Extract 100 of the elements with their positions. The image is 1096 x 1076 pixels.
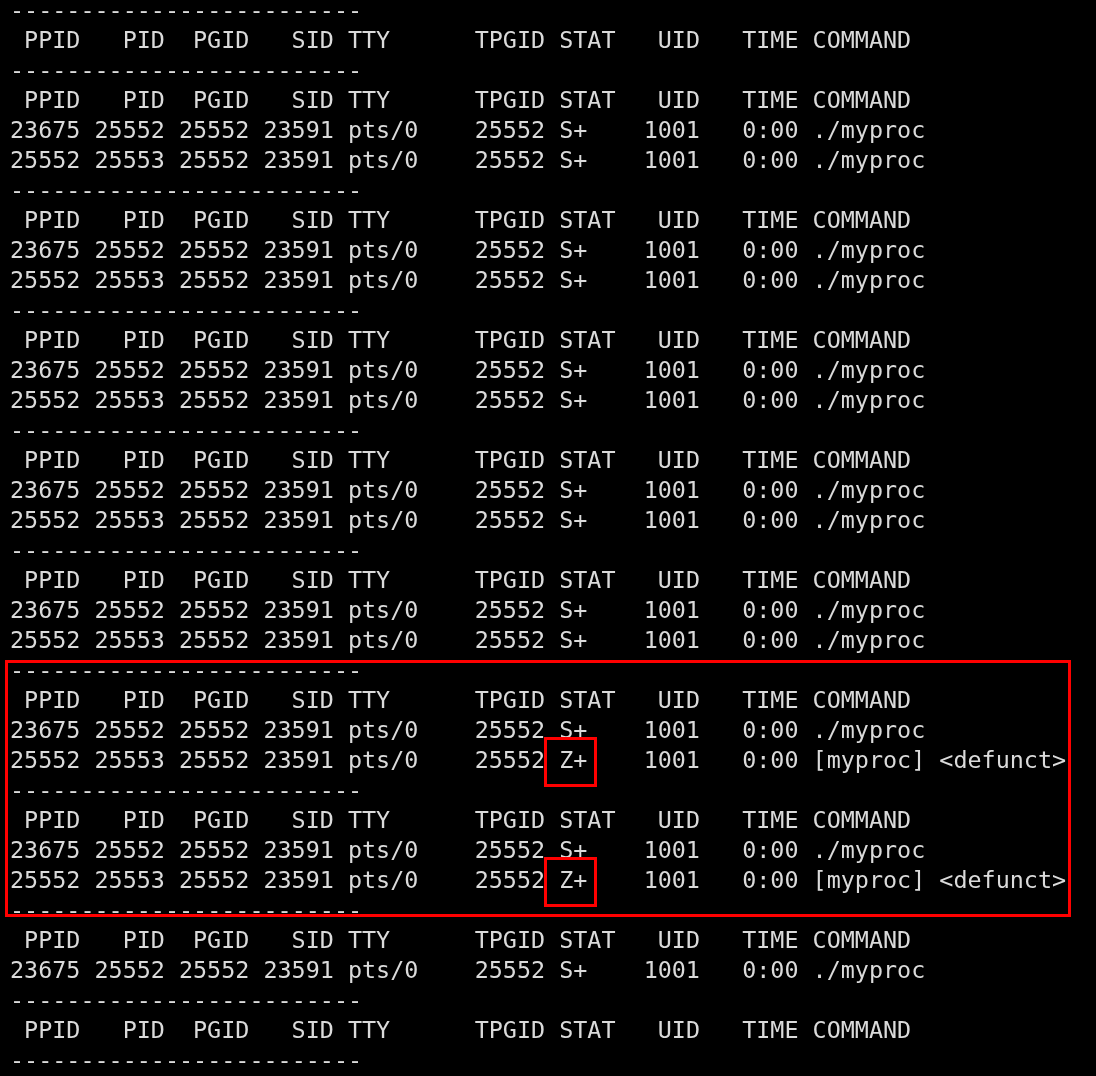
column-header: TTY xyxy=(347,445,391,475)
column-header: TIME xyxy=(742,805,799,835)
table-cell: pts/0 xyxy=(347,115,419,145)
column-header: STAT xyxy=(559,565,616,595)
separator-text: ------------------------- xyxy=(10,535,363,565)
column-header: PPID xyxy=(24,25,81,55)
column-header: PGID xyxy=(193,925,250,955)
column-header: STAT xyxy=(559,1015,616,1045)
table-cell: 25552 xyxy=(178,235,250,265)
table-cell: 25553 xyxy=(94,505,165,535)
column-header: PID xyxy=(122,25,165,55)
table-cell: S+ xyxy=(559,145,588,175)
column-header: UID xyxy=(657,685,700,715)
table-cell: ./myproc xyxy=(812,385,926,415)
table-cell: 1001 xyxy=(643,715,700,745)
column-header: COMMAND xyxy=(812,445,912,475)
column-header: SID xyxy=(291,565,334,595)
table-cell: 25552 xyxy=(94,235,165,265)
column-header: COMMAND xyxy=(812,1015,912,1045)
table-cell: 23675 xyxy=(10,355,81,385)
table-cell: S+ xyxy=(559,505,588,535)
table-cell: 23591 xyxy=(263,475,334,505)
table-cell: 0:00 xyxy=(742,265,799,295)
table-cell: 1001 xyxy=(643,115,700,145)
table-cell: 25552 xyxy=(94,715,165,745)
table-cell: pts/0 xyxy=(347,745,419,775)
column-header: PPID xyxy=(24,445,81,475)
column-header: PID xyxy=(122,445,165,475)
column-header: COMMAND xyxy=(812,925,912,955)
table-cell: 1001 xyxy=(643,955,700,985)
column-header: TIME xyxy=(742,1015,799,1045)
column-header: UID xyxy=(657,325,700,355)
column-header: STAT xyxy=(559,205,616,235)
table-cell: 0:00 xyxy=(742,505,799,535)
table-cell: pts/0 xyxy=(347,355,419,385)
column-header: PGID xyxy=(193,805,250,835)
table-cell: ./myproc xyxy=(812,475,926,505)
column-header: STAT xyxy=(559,925,616,955)
column-header: COMMAND xyxy=(812,325,912,355)
table-cell: 25552 xyxy=(94,115,165,145)
separator-text: ------------------------- xyxy=(10,655,363,685)
table-cell: 23675 xyxy=(10,595,81,625)
table-cell: [myproc] <defunct> xyxy=(812,745,1067,775)
column-header: TPGID xyxy=(474,925,546,955)
separator-text: ------------------------- xyxy=(10,55,363,85)
column-header: STAT xyxy=(559,25,616,55)
table-cell: 23675 xyxy=(10,835,81,865)
column-header: PPID xyxy=(24,685,81,715)
column-header: PGID xyxy=(193,445,250,475)
table-cell: 23675 xyxy=(10,955,81,985)
table-cell: 25552 xyxy=(178,385,250,415)
column-header: STAT xyxy=(559,685,616,715)
separator-text: ------------------------- xyxy=(10,1045,363,1075)
table-cell: S+ xyxy=(559,265,588,295)
table-cell: 25552 xyxy=(474,835,546,865)
table-cell: 23591 xyxy=(263,745,334,775)
table-cell: 1001 xyxy=(643,865,700,895)
table-cell: 23675 xyxy=(10,475,81,505)
table-cell: 23591 xyxy=(263,235,334,265)
table-cell: 25552 xyxy=(94,955,165,985)
table-cell: 0:00 xyxy=(742,715,799,745)
table-cell: 25552 xyxy=(178,865,250,895)
table-cell: pts/0 xyxy=(347,625,419,655)
table-cell: 25552 xyxy=(474,595,546,625)
table-cell: pts/0 xyxy=(347,865,419,895)
column-header: COMMAND xyxy=(812,685,912,715)
column-header: TTY xyxy=(347,205,391,235)
column-header: PPID xyxy=(24,805,81,835)
column-header: TPGID xyxy=(474,445,546,475)
table-cell: 25552 xyxy=(10,385,81,415)
table-cell: 23591 xyxy=(263,145,334,175)
separator-text: ------------------------- xyxy=(10,295,363,325)
table-cell: 0:00 xyxy=(742,865,799,895)
table-cell: 25552 xyxy=(94,835,165,865)
table-cell: 1001 xyxy=(643,835,700,865)
table-cell: 25552 xyxy=(178,595,250,625)
table-cell: 25552 xyxy=(474,475,546,505)
column-header: UID xyxy=(657,445,700,475)
table-cell: 1001 xyxy=(643,235,700,265)
table-cell: ./myproc xyxy=(812,835,926,865)
table-cell: Z+ xyxy=(547,740,595,784)
table-cell: 25552 xyxy=(474,745,546,775)
table-cell: 25552 xyxy=(474,625,546,655)
column-header: PPID xyxy=(24,1015,81,1045)
column-header: PGID xyxy=(193,85,250,115)
table-cell: pts/0 xyxy=(347,505,419,535)
table-cell: S+ xyxy=(559,355,588,385)
table-cell: 25552 xyxy=(10,505,81,535)
column-header: COMMAND xyxy=(812,85,912,115)
table-cell: 23675 xyxy=(10,235,81,265)
table-cell: 25552 xyxy=(10,265,81,295)
table-cell: pts/0 xyxy=(347,385,419,415)
column-header: TTY xyxy=(347,85,391,115)
table-cell: 1001 xyxy=(643,505,700,535)
table-cell: 25552 xyxy=(94,595,165,625)
table-cell: 25552 xyxy=(10,865,81,895)
separator-text: ------------------------- xyxy=(10,0,363,25)
table-cell: 23591 xyxy=(263,595,334,625)
table-cell: ./myproc xyxy=(812,235,926,265)
column-header: PPID xyxy=(24,565,81,595)
